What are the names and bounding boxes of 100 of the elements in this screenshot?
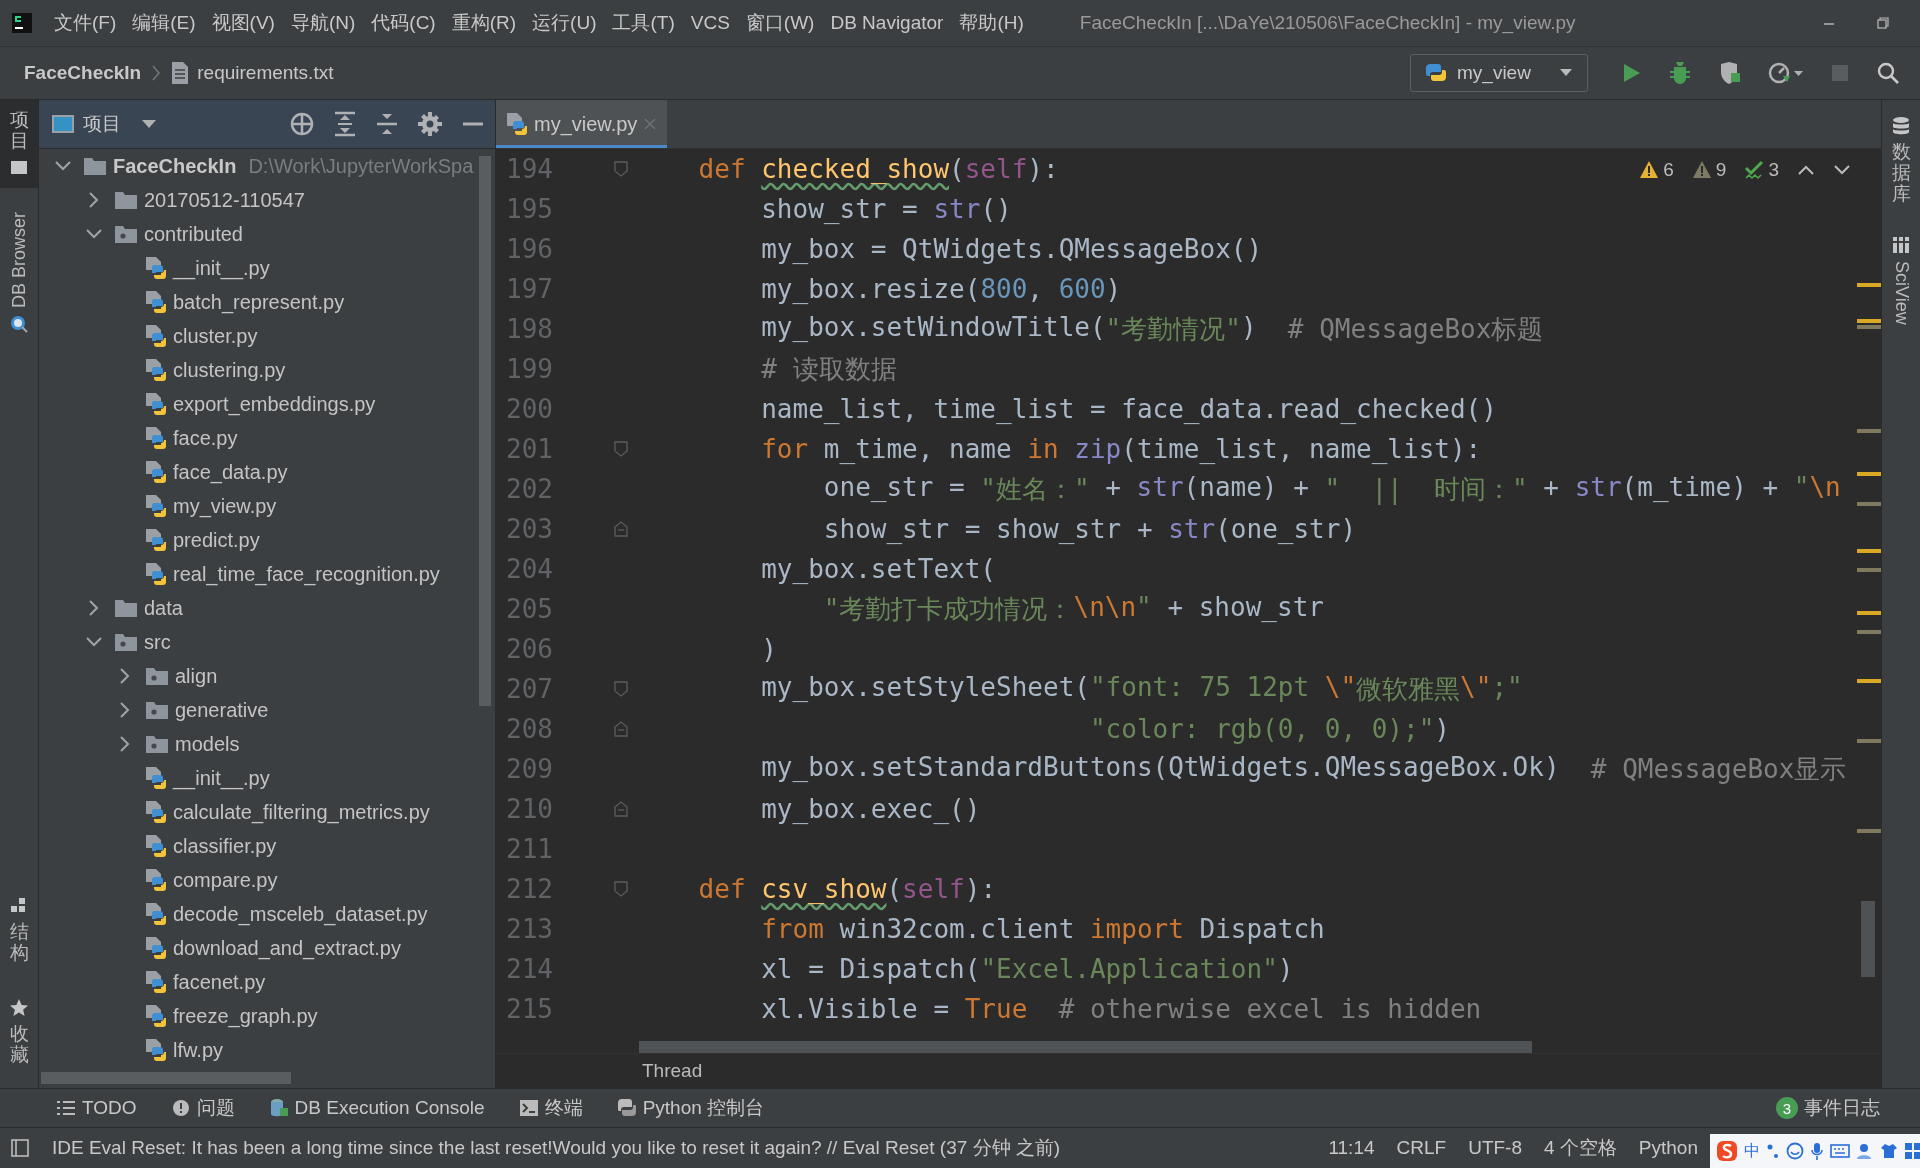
menu-item[interactable]: 运行(U) xyxy=(524,6,605,40)
tree-item[interactable]: classifier.py xyxy=(39,829,495,863)
fold-marker-icon[interactable] xyxy=(614,441,628,457)
close-icon[interactable] xyxy=(643,117,658,131)
breadcrumb[interactable]: FaceCheckIn xyxy=(20,60,146,86)
scrollbar-thumb[interactable] xyxy=(1861,901,1875,977)
breadcrumb[interactable]: requirements.txt xyxy=(167,59,338,87)
menu-item[interactable]: 重构(R) xyxy=(443,6,525,40)
fold-marker-icon[interactable] xyxy=(614,881,628,897)
tool-window-tab[interactable]: 结构 xyxy=(0,886,38,975)
expand-all-icon[interactable] xyxy=(333,111,357,137)
tree-item[interactable]: __init__.py xyxy=(39,251,495,285)
tree-item[interactable]: export_embeddings.py xyxy=(39,387,495,421)
fold-marker-icon[interactable] xyxy=(614,161,628,177)
fold-marker-icon[interactable] xyxy=(614,721,628,737)
status-item[interactable]: 11:14 xyxy=(1328,1137,1375,1159)
status-item[interactable]: CRLF xyxy=(1396,1137,1447,1159)
tree-item[interactable]: FaceCheckIn xyxy=(113,154,237,178)
menu-item[interactable]: 编辑(E) xyxy=(124,6,204,40)
code-token: my_box.setWindowTitle( xyxy=(761,311,1106,344)
search-icon[interactable] xyxy=(1876,61,1900,85)
tree-item[interactable]: my_view.py xyxy=(39,489,495,523)
menu-item[interactable]: DB Navigator xyxy=(822,8,952,38)
folder-icon xyxy=(114,598,138,618)
tree-item[interactable]: clustering.py xyxy=(39,353,495,387)
status-item[interactable]: Python xyxy=(1638,1137,1698,1159)
collapse-all-icon[interactable] xyxy=(375,111,399,137)
tree-item[interactable]: models xyxy=(39,727,495,761)
menu-item[interactable]: 视图(V) xyxy=(203,6,283,40)
tool-window-tab[interactable]: 数据库 xyxy=(1891,116,1911,205)
package-folder-icon xyxy=(145,700,169,720)
tree-item[interactable]: face.py xyxy=(39,421,495,455)
breadcrumb[interactable]: Thread xyxy=(642,1060,703,1082)
menu-item[interactable]: VCS xyxy=(682,8,738,38)
inspection-counter[interactable]: 9 xyxy=(1691,159,1727,181)
tree-item[interactable]: freeze_graph.py xyxy=(39,999,495,1033)
status-item[interactable]: 4 个空格 xyxy=(1544,1135,1617,1161)
tree-item[interactable]: download_and_extract.py xyxy=(39,931,495,965)
tree-item[interactable]: decode_msceleb_dataset.py xyxy=(39,897,495,931)
restore-icon[interactable] xyxy=(1876,16,1890,30)
editor-tab[interactable]: my_view.py xyxy=(496,100,668,148)
crosshair-icon[interactable] xyxy=(289,111,315,137)
input-mode[interactable]: 中 xyxy=(1744,1140,1760,1162)
tree-item[interactable]: batch_represent.py xyxy=(39,285,495,319)
fold-marker-icon[interactable] xyxy=(614,801,628,817)
scrollbar-thumb[interactable] xyxy=(479,156,491,706)
gauge-icon[interactable] xyxy=(1768,61,1804,85)
scrollbar-thumb[interactable] xyxy=(41,1072,291,1084)
tree-item[interactable]: compare.py xyxy=(39,863,495,897)
tree-item[interactable]: face_data.py xyxy=(39,455,495,489)
inspection-counter[interactable]: 3 xyxy=(1744,159,1779,181)
tree-item[interactable]: predict.py xyxy=(39,523,495,557)
tool-tab[interactable]: TODO xyxy=(56,1097,137,1119)
python-file-icon xyxy=(506,112,528,136)
menu-item[interactable]: 窗口(W) xyxy=(737,6,823,40)
shield-icon[interactable] xyxy=(1718,61,1742,85)
tool-window-tab[interactable]: 收藏 xyxy=(0,988,38,1076)
view-selector[interactable]: 项目 xyxy=(51,111,157,137)
path-text: D:\Work\JupyterWorkSpa xyxy=(248,154,474,178)
event-log-tab[interactable]: 3 事件日志 xyxy=(1776,1095,1880,1121)
tree-item[interactable]: cluster.py xyxy=(39,319,495,353)
tree-item[interactable]: align xyxy=(39,659,495,693)
python-file-icon xyxy=(145,1004,167,1028)
panel-toggle-icon[interactable] xyxy=(10,1138,30,1158)
tool-tab[interactable]: 问题 xyxy=(170,1095,235,1121)
status-item[interactable]: UTF-8 xyxy=(1468,1137,1522,1159)
menu-item[interactable]: 工具(T) xyxy=(604,6,683,40)
fold-marker-icon[interactable] xyxy=(614,681,628,697)
tree-item[interactable]: data xyxy=(39,591,495,625)
gear-icon[interactable] xyxy=(417,111,443,137)
tree-item[interactable]: lfw.py xyxy=(39,1033,495,1067)
window-title: FaceCheckIn [...\DaYe\210506\FaceCheckIn] - my_view.py xyxy=(1079,12,1576,34)
menu-item[interactable]: 文件(F) xyxy=(46,6,125,40)
tool-tab[interactable]: DB Execution Console xyxy=(268,1097,485,1119)
tree-item[interactable]: __init__.py xyxy=(39,761,495,795)
run-config-dropdown[interactable]: my_view xyxy=(1410,54,1588,92)
fold-marker-icon[interactable] xyxy=(614,521,628,537)
tool-window-tab[interactable]: 项目 xyxy=(0,100,38,188)
tool-window-tab[interactable]: DB Browser xyxy=(0,201,38,344)
folder-icon xyxy=(83,156,107,176)
tree-item[interactable]: generative xyxy=(39,693,495,727)
chevron-down-icon[interactable] xyxy=(1833,164,1851,176)
status-message[interactable]: IDE Eval Reset: It has been a long time since the last reset!Would you like to reset it again? // Eval Reset (37 分钟 之前) xyxy=(52,1135,1061,1161)
tree-item[interactable]: contributed xyxy=(39,217,495,251)
tool-tab[interactable]: 终端 xyxy=(518,1095,583,1121)
tool-window-tab[interactable]: SciView xyxy=(1890,234,1912,325)
chevron-up-icon[interactable] xyxy=(1797,164,1815,176)
scrollbar-thumb[interactable] xyxy=(639,1041,1532,1053)
inspection-counter[interactable]: 6 xyxy=(1639,159,1674,181)
bug-icon[interactable] xyxy=(1668,61,1692,85)
menu-item[interactable]: 代码(C) xyxy=(363,6,444,40)
menu-item[interactable]: 导航(N) xyxy=(282,6,364,40)
tree-item[interactable]: 20170512-110547 xyxy=(39,183,495,217)
ime-toolbar[interactable]: 中 xyxy=(1710,1134,1920,1168)
tree-item[interactable]: calculate_filtering_metrics.py xyxy=(39,795,495,829)
menu-item[interactable]: 帮助(H) xyxy=(951,6,1032,40)
tree-item[interactable]: real_time_face_recognition.py xyxy=(39,557,495,591)
tool-tab[interactable]: Python 控制台 xyxy=(616,1095,765,1121)
tree-item[interactable]: facenet.py xyxy=(39,965,495,999)
tree-item[interactable]: src xyxy=(39,625,495,659)
